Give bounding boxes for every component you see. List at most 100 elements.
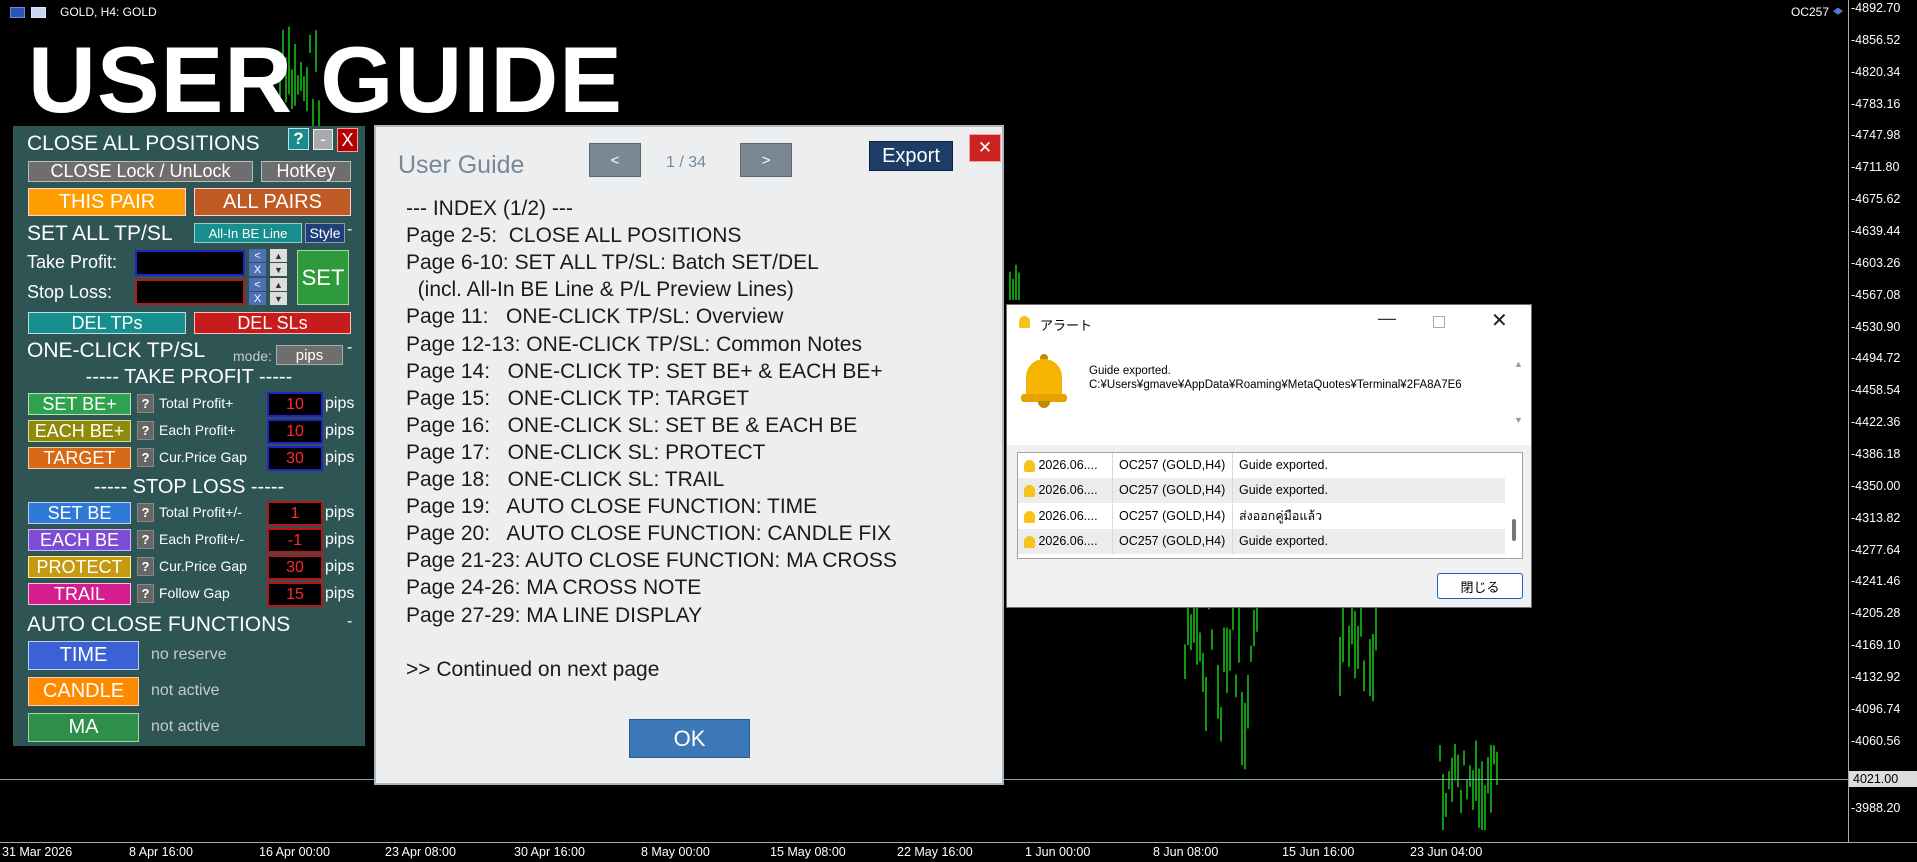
tp-clear-button[interactable]: X: [249, 263, 266, 276]
time-button[interactable]: TIME: [28, 641, 139, 670]
row-time: 2026.06....: [1038, 458, 1098, 472]
target-button[interactable]: TARGET: [28, 447, 131, 469]
guide-line: Page 18: ONE-CLICK SL: TRAIL: [406, 468, 725, 491]
take-profit-input[interactable]: [135, 250, 245, 276]
sl-row-value[interactable]: 15: [267, 582, 323, 607]
set-button[interactable]: SET: [297, 250, 349, 305]
tp-row-value[interactable]: 10: [267, 392, 323, 417]
ma-button[interactable]: MA: [28, 713, 139, 742]
del-sls-button[interactable]: DEL SLs: [194, 312, 351, 334]
sl-row-value[interactable]: -1: [267, 528, 323, 553]
row-source: OC257 (GOLD,H4): [1113, 478, 1233, 504]
price-tick: -4386.18: [1851, 447, 1901, 462]
chart-menu-icon[interactable]: [10, 6, 25, 18]
panel-close-button[interactable]: X: [337, 128, 358, 152]
list-item[interactable]: 2026.06.... OC257 (GOLD,H4) Guide exported…: [1018, 478, 1505, 504]
protect-button[interactable]: PROTECT: [28, 556, 131, 578]
pips-label: pips: [325, 504, 355, 521]
each-be-help[interactable]: ?: [137, 530, 154, 549]
list-scrollbar[interactable]: [1508, 455, 1522, 556]
set-be-help[interactable]: ?: [137, 503, 154, 522]
sl-row-value[interactable]: 1: [267, 501, 323, 526]
set-be-plus-button[interactable]: SET BE+: [28, 393, 131, 415]
set-all-collapse[interactable]: -: [347, 221, 352, 239]
large-bell-icon: [1021, 354, 1067, 408]
row-source: OC257 (GOLD,H4): [1113, 529, 1233, 555]
message-scrollbar[interactable]: ▲ ▼: [1512, 357, 1526, 427]
this-pair-button[interactable]: THIS PAIR: [28, 188, 186, 216]
price-tick: -4711.80: [1851, 160, 1900, 175]
maximize-icon[interactable]: [1433, 316, 1445, 328]
time-tick: 30 Apr 16:00: [514, 845, 585, 859]
target-help[interactable]: ?: [137, 448, 154, 467]
tp-row-value[interactable]: 10: [267, 419, 323, 444]
list-item[interactable]: 2026.06.... OC257 (GOLD,H4) ส่งออกคู่มือแล…: [1018, 503, 1505, 529]
list-item[interactable]: 2026.06.... OC257 (GOLD,H4) Guide exported…: [1018, 453, 1505, 478]
minimize-icon[interactable]: —: [1378, 308, 1396, 329]
trail-help[interactable]: ?: [137, 584, 154, 603]
tp-down-button[interactable]: ▼: [270, 263, 287, 276]
sl-up-button[interactable]: ▲: [270, 278, 287, 291]
sl-row-value[interactable]: 30: [267, 555, 323, 580]
sl-down-button[interactable]: ▼: [270, 292, 287, 305]
sl-clear-button[interactable]: X: [249, 292, 266, 305]
sl-less-button[interactable]: <: [249, 278, 266, 291]
list-item[interactable]: 2026.06.... OC257 (GOLD,H4) Guide exported…: [1018, 529, 1505, 555]
alert-close-button[interactable]: 閉じる: [1437, 573, 1523, 599]
pips-label: pips: [325, 585, 355, 602]
each-be-plus-button[interactable]: EACH BE+: [28, 420, 131, 442]
prev-page-button[interactable]: <: [589, 143, 641, 177]
tp-less-button[interactable]: <: [249, 249, 266, 262]
allin-be-line-button[interactable]: All-In BE Line: [194, 223, 302, 243]
take-profit-header: ----- TAKE PROFIT -----: [85, 366, 293, 388]
minimize-button[interactable]: -: [313, 129, 333, 150]
tp-up-button[interactable]: ▲: [270, 249, 287, 262]
stop-loss-input[interactable]: [135, 279, 245, 305]
price-tick: -4096.74: [1851, 701, 1901, 716]
style-button[interactable]: Style: [305, 223, 345, 243]
set-be-plus-help[interactable]: ?: [137, 394, 154, 413]
all-pairs-button[interactable]: ALL PAIRS: [194, 188, 351, 216]
sl-row-label: Cur.Price Gap: [159, 558, 247, 574]
auto-close-collapse[interactable]: -: [347, 613, 352, 631]
ok-button[interactable]: OK: [629, 719, 750, 758]
each-be-plus-help[interactable]: ?: [137, 421, 154, 440]
tp-row-label: Each Profit+: [159, 422, 236, 438]
pips-label: pips: [325, 449, 355, 466]
price-tick: -4567.08: [1851, 287, 1901, 302]
alert-title: アラート: [1040, 318, 1093, 333]
trail-button[interactable]: TRAIL: [28, 583, 131, 605]
sl-row-label: Follow Gap: [159, 585, 230, 601]
export-button[interactable]: Export: [869, 141, 953, 171]
user-guide-dialog: User Guide < 1 / 34 > Export ✕ --- INDEX…: [374, 125, 1004, 785]
del-tps-button[interactable]: DEL TPs: [28, 312, 186, 334]
guide-close-button[interactable]: ✕: [969, 134, 1001, 162]
tp-row-value[interactable]: 30: [267, 446, 323, 471]
one-click-collapse[interactable]: -: [347, 339, 352, 357]
mode-select[interactable]: pips: [276, 345, 343, 365]
auto-close-title: AUTO CLOSE FUNCTIONS: [27, 613, 291, 636]
price-tick: -4494.72: [1851, 351, 1901, 366]
candle-button[interactable]: CANDLE: [28, 677, 139, 706]
guide-line: Page 17: ONE-CLICK SL: PROTECT: [406, 440, 766, 464]
each-be-button[interactable]: EACH BE: [28, 529, 131, 551]
set-be-button[interactable]: SET BE: [28, 502, 131, 524]
alert-window: アラート — ✕ Guide exported. C:¥Users¥gmave¥…: [1006, 304, 1532, 608]
expert-icon[interactable]: [31, 6, 46, 18]
price-tick: -4458.54: [1851, 383, 1901, 398]
help-button[interactable]: ?: [288, 128, 309, 150]
protect-help[interactable]: ?: [137, 557, 154, 576]
row-time: 2026.06....: [1038, 508, 1098, 523]
next-page-button[interactable]: >: [740, 143, 792, 177]
close-all-title: CLOSE ALL POSITIONS: [27, 132, 260, 155]
close-lock-button[interactable]: CLOSE Lock / UnLock: [28, 161, 253, 182]
page-title: USER GUIDE: [28, 27, 623, 132]
alert-titlebar[interactable]: アラート — ✕: [1007, 305, 1531, 341]
alert-message-line2: C:¥Users¥gmave¥AppData¥Roaming¥MetaQuote…: [1089, 379, 1462, 391]
guide-line: Page 14: ONE-CLICK TP: SET BE+ & EACH BE…: [406, 359, 883, 383]
price-tick: -4747.98: [1851, 128, 1901, 143]
price-tick: -4820.34: [1851, 64, 1901, 79]
time-status: no reserve: [151, 646, 227, 663]
close-icon[interactable]: ✕: [1491, 308, 1508, 333]
hotkey-button[interactable]: HotKey: [261, 161, 351, 182]
